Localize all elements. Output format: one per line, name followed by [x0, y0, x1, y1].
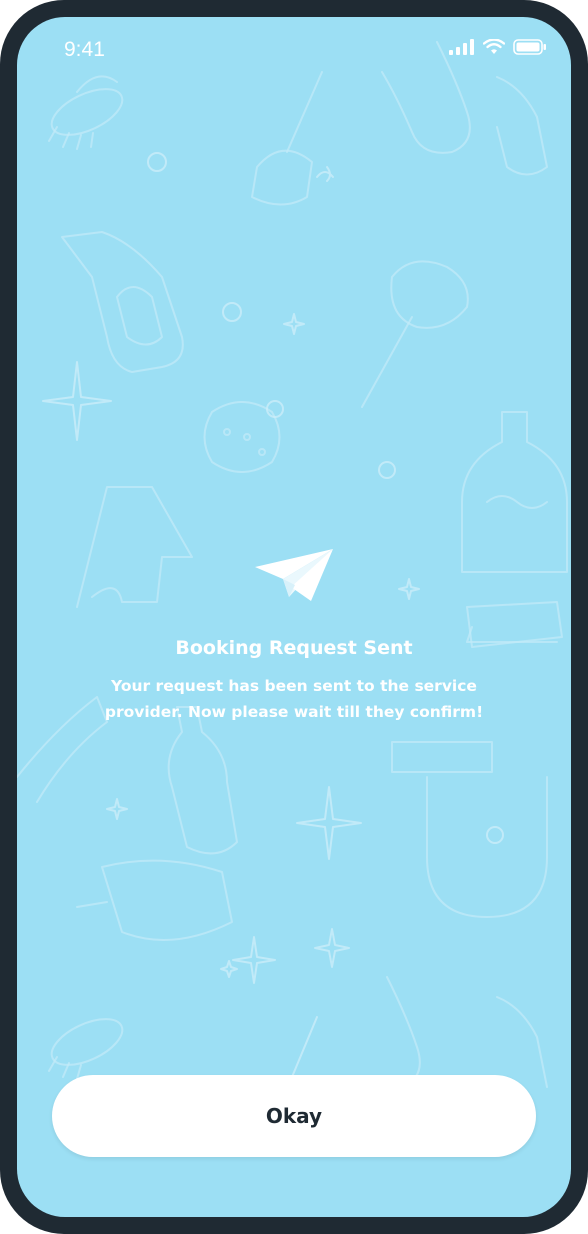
dustpan-doodle: [76, 859, 233, 941]
scrub-brush-doodle-bottom: [48, 1018, 124, 1080]
paper-plane-icon: [255, 549, 333, 601]
scrub-brush-doodle: [48, 75, 124, 150]
feather-duster-doodle: [361, 260, 469, 408]
confirmation-panel: Booking Request Sent Your request has be…: [17, 547, 571, 725]
plunger-doodle: [251, 71, 323, 206]
status-bar: 9:41: [17, 17, 571, 87]
signal-icon: [449, 39, 474, 55]
glove-doodle-bottom: [386, 976, 548, 1088]
wifi-icon: [483, 39, 505, 54]
phone-frame: 9:41 Booking Request Sent Your request h…: [0, 0, 588, 1234]
cleaner-bottle-doodle: [167, 706, 238, 855]
battery-icon: [513, 39, 546, 55]
confirmation-title: Booking Request Sent: [175, 637, 413, 659]
status-icons: [449, 39, 547, 55]
spray-bottle-doodle: [61, 231, 184, 373]
status-time: 9:41: [64, 38, 105, 61]
confirmation-message: Your request has been sent to the servic…: [104, 677, 484, 721]
okay-button[interactable]: Okay: [52, 1075, 536, 1157]
screen: 9:41 Booking Request Sent Your request h…: [17, 17, 571, 1217]
squeegee-doodle: [391, 741, 548, 918]
